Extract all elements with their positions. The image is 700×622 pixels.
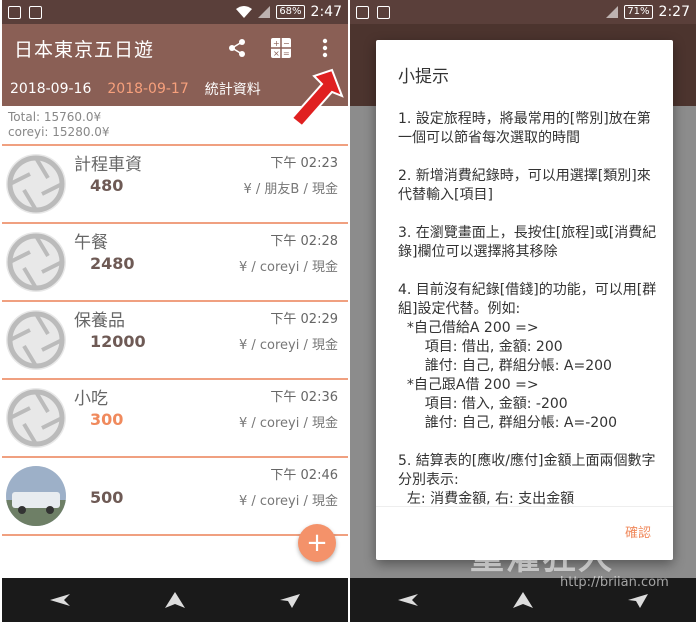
gallery-icon bbox=[377, 5, 390, 19]
category-placeholder-icon bbox=[6, 232, 66, 292]
phone-screen-left: 68% 2:47 日本東京五日遊 + − × = 2018-09-16 2018-09… bbox=[2, 0, 348, 622]
svg-text:=: = bbox=[283, 49, 290, 58]
nav-back-icon[interactable] bbox=[49, 592, 70, 608]
expense-amount: 300 bbox=[90, 410, 124, 429]
message-icon bbox=[29, 5, 42, 19]
expense-amount: 12000 bbox=[90, 332, 146, 351]
app-toolbar: 日本東京五日遊 + − × = bbox=[2, 24, 348, 72]
share-icon[interactable] bbox=[226, 37, 248, 59]
expense-name: 計程車資 bbox=[74, 155, 142, 175]
signal-icon bbox=[606, 6, 619, 18]
expense-row[interactable]: 計程車資 480 下午 02:23 ¥ / 朋友B / 現金 bbox=[2, 146, 348, 224]
overflow-menu-icon[interactable] bbox=[314, 37, 336, 59]
expense-meta: ¥ / 朋友B / 現金 bbox=[243, 182, 338, 197]
battery-indicator: 71% bbox=[624, 5, 653, 19]
nav-recent-icon[interactable] bbox=[628, 592, 649, 608]
calculator-icon[interactable]: + − × = bbox=[270, 37, 292, 59]
expense-time: 下午 02:46 bbox=[270, 468, 338, 483]
dialog-divider bbox=[376, 506, 673, 507]
expense-row[interactable]: 保養品 12000 下午 02:29 ¥ / coreyi / 現金 bbox=[2, 302, 348, 380]
status-bar: 71% 2:27 bbox=[350, 0, 696, 24]
system-navigation-bar bbox=[2, 578, 348, 622]
category-placeholder-icon bbox=[6, 388, 66, 448]
expense-name: 午餐 bbox=[74, 233, 108, 253]
watermark-url: http://briian.com bbox=[560, 575, 669, 590]
expense-meta: ¥ / coreyi / 現金 bbox=[238, 494, 338, 509]
expense-time: 下午 02:36 bbox=[270, 390, 338, 405]
tip-item: 2. 新增消費紀錄時，可以用選擇[類別]來代替輸入[項目] bbox=[398, 168, 651, 203]
notification-icon bbox=[8, 5, 21, 19]
tab-date-1[interactable]: 2018-09-16 bbox=[2, 81, 99, 97]
expense-amount: 500 bbox=[90, 488, 124, 507]
svg-text:−: − bbox=[283, 39, 290, 48]
expense-row[interactable]: 小吃 300 下午 02:36 ¥ / coreyi / 現金 bbox=[2, 380, 348, 458]
red-pointer-arrow bbox=[290, 68, 344, 128]
status-bar: 68% 2:47 bbox=[2, 0, 348, 24]
expense-name: 保養品 bbox=[74, 311, 125, 331]
dialog-body: 1. 設定旅程時，將最常用的[幣別]放在第一個可以節省每次選取的時間 2. 新增… bbox=[398, 110, 657, 528]
wifi-icon bbox=[236, 6, 253, 18]
battery-indicator: 68% bbox=[276, 5, 305, 19]
add-expense-button[interactable]: + bbox=[298, 524, 336, 562]
tip-item: 1. 設定旅程時，將最常用的[幣別]放在第一個可以節省每次選取的時間 bbox=[398, 111, 651, 146]
expense-list: Total: 15760.0¥ coreyi: 15280.0¥ 計程車資 48… bbox=[2, 106, 348, 578]
confirm-button[interactable]: 確認 bbox=[625, 522, 651, 541]
expense-meta: ¥ / coreyi / 現金 bbox=[238, 416, 338, 431]
expense-time: 下午 02:23 bbox=[270, 156, 338, 171]
phone-screen-right: 71% 2:27 小提示 1. 設定旅程時，將最常用的[幣別]放在第一個可以節省… bbox=[350, 0, 696, 622]
tip-item: 5. 結算表的[應收/應付]金額上面兩個數字分別表示: 左: 消費金額, 右: … bbox=[398, 453, 656, 507]
expense-amount: 480 bbox=[90, 176, 124, 195]
tip-item: 4. 目前沒有紀錄[借錢]的功能，可以用[群組]設定代替。例如: *自己借給A … bbox=[398, 282, 657, 431]
watermark-logo: 重灌狂人 bbox=[470, 538, 614, 578]
tips-dialog: 小提示 1. 設定旅程時，將最常用的[幣別]放在第一個可以節省每次選取的時間 2… bbox=[376, 40, 673, 560]
category-placeholder-icon bbox=[6, 310, 66, 370]
expense-name: 小吃 bbox=[74, 389, 108, 409]
expense-meta: ¥ / coreyi / 現金 bbox=[238, 338, 338, 353]
expense-row[interactable]: 500 下午 02:46 ¥ / coreyi / 現金 bbox=[2, 458, 348, 536]
tip-item: 3. 在瀏覽畫面上，長按住[旅程]或[消費紀錄]欄位可以選擇將其移除 bbox=[398, 225, 657, 260]
nav-recent-icon[interactable] bbox=[280, 592, 301, 608]
signal-icon bbox=[258, 6, 271, 18]
trip-title: 日本東京五日遊 bbox=[14, 38, 155, 61]
notification-icon bbox=[356, 5, 369, 19]
status-time: 2:27 bbox=[658, 4, 690, 20]
expense-amount: 2480 bbox=[90, 254, 135, 273]
expense-row[interactable]: 午餐 2480 下午 02:28 ¥ / coreyi / 現金 bbox=[2, 224, 348, 302]
status-time: 2:47 bbox=[310, 4, 342, 20]
expense-meta: ¥ / coreyi / 現金 bbox=[238, 260, 338, 275]
expense-time: 下午 02:29 bbox=[270, 312, 338, 327]
tab-statistics[interactable]: 統計資料 bbox=[197, 79, 269, 99]
dialog-title: 小提示 bbox=[398, 67, 449, 87]
svg-text:×: × bbox=[273, 49, 280, 58]
svg-text:+: + bbox=[273, 39, 280, 48]
nav-home-icon[interactable] bbox=[512, 592, 533, 608]
category-placeholder-icon bbox=[6, 154, 66, 214]
expense-time: 下午 02:28 bbox=[270, 234, 338, 249]
tab-date-2[interactable]: 2018-09-17 bbox=[99, 81, 196, 97]
nav-home-icon[interactable] bbox=[164, 592, 185, 608]
nav-back-icon[interactable] bbox=[397, 592, 418, 608]
expense-photo bbox=[6, 466, 66, 526]
